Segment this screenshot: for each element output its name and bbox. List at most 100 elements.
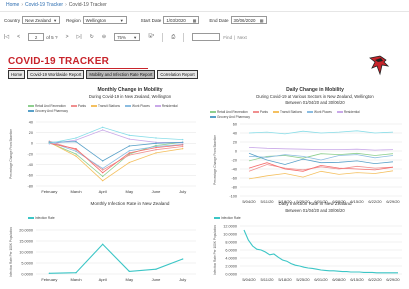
report-filters: Country New Zealand ▼ Region Wellington ▼ … bbox=[0, 14, 409, 26]
legend-item: Infection Rate bbox=[214, 216, 241, 220]
report-tab[interactable]: Covid-19 Worldwide Report bbox=[27, 70, 85, 79]
region-label: Region bbox=[66, 17, 81, 23]
legend-swatch bbox=[91, 105, 97, 107]
y-tick-label: -100 bbox=[229, 194, 237, 198]
x-tick-label: 5/11/20 bbox=[260, 277, 274, 282]
data-point bbox=[155, 146, 157, 149]
breadcrumb-home-link[interactable]: Home bbox=[6, 2, 19, 8]
data-point bbox=[101, 175, 104, 178]
y-tick-label: 0.0000 bbox=[21, 272, 33, 276]
country-label: Country bbox=[4, 17, 21, 23]
breadcrumb-parent-link[interactable]: Covid-19 Tracker bbox=[25, 2, 63, 8]
data-point bbox=[181, 147, 184, 150]
y-tick-label: 0.0000 bbox=[225, 272, 237, 276]
calendar-icon[interactable]: ▦ bbox=[260, 18, 264, 23]
save-icon[interactable]: 🖫▾ bbox=[148, 33, 154, 41]
series-line bbox=[248, 170, 394, 180]
country-value: New Zealand bbox=[25, 17, 51, 23]
x-tick-label: March bbox=[70, 189, 81, 194]
legend-item: Work Places bbox=[307, 110, 332, 114]
chevron-down-icon: ▼ bbox=[53, 17, 58, 23]
legend-label: Transit Stations bbox=[98, 104, 121, 108]
back-icon[interactable]: ⊖ bbox=[102, 34, 106, 40]
y-tick-label: 0 bbox=[31, 142, 33, 146]
chart2-title: Daily Change in Mobility bbox=[286, 87, 344, 93]
y-axis-label: Infection Rate Per 100K Population bbox=[213, 225, 217, 275]
report-tab[interactable]: Home bbox=[8, 70, 26, 79]
legend-label: Infection Rate bbox=[35, 216, 55, 220]
data-point bbox=[128, 138, 131, 140]
next-page-icon[interactable]: > bbox=[66, 34, 69, 40]
find-next-button[interactable]: Next bbox=[237, 35, 246, 40]
calendar-icon[interactable]: ▦ bbox=[193, 18, 197, 23]
country-select[interactable]: New Zealand ▼ bbox=[22, 16, 61, 24]
legend-swatch bbox=[273, 111, 279, 113]
data-point bbox=[128, 145, 131, 147]
x-tick-label: May bbox=[126, 277, 134, 282]
data-point bbox=[101, 169, 104, 171]
legend-swatch bbox=[28, 105, 34, 107]
y-tick-label: 40 bbox=[233, 131, 237, 135]
separator-glyph: | bbox=[234, 34, 236, 40]
y-tick-label: -60 bbox=[28, 174, 34, 178]
first-page-icon[interactable]: |◁ bbox=[4, 34, 9, 40]
data-point bbox=[155, 152, 157, 154]
data-point bbox=[48, 272, 51, 275]
data-point bbox=[101, 126, 104, 129]
chart1-subtitle: During Covid-19 in New Zealand, Wellingt… bbox=[88, 94, 172, 99]
data-point bbox=[101, 160, 104, 162]
find-button[interactable]: Find bbox=[223, 35, 232, 40]
report-tab[interactable]: Mobility and Infection Rate Report bbox=[86, 70, 156, 79]
data-point bbox=[128, 152, 131, 154]
data-point bbox=[101, 179, 104, 182]
x-tick-label: July bbox=[179, 277, 186, 282]
chart2-subtitle: During Covid-19 at Various Sectors in Ne… bbox=[256, 94, 374, 99]
data-point bbox=[75, 137, 77, 139]
start-date-input[interactable]: 1/03/2020 ▦ bbox=[163, 16, 200, 24]
data-point bbox=[101, 171, 104, 174]
data-point bbox=[155, 142, 157, 145]
previous-page-icon[interactable]: < bbox=[17, 34, 20, 40]
legend-label: Transit Stations bbox=[280, 110, 303, 114]
legend-swatch bbox=[28, 217, 34, 219]
page-number-input[interactable]: 2 bbox=[28, 33, 45, 41]
refresh-icon[interactable]: ↻ bbox=[90, 34, 94, 40]
x-tick-label: 5/04/20 bbox=[242, 277, 256, 282]
y-tick-label: 2.0000 bbox=[225, 264, 237, 268]
y-axis-label: Infection Rate Per 100K Population bbox=[9, 227, 13, 277]
chart1-svg: 40 20 0 -20 -40 -60 -80 Percentage Change From … bbox=[9, 120, 196, 194]
x-tick-label: 5/25/20 bbox=[296, 277, 310, 282]
series-line bbox=[243, 229, 398, 274]
zoom-select[interactable]: 75% ▼ bbox=[114, 33, 141, 41]
end-date-input[interactable]: 30/06/2020 ▦ bbox=[230, 16, 267, 24]
y-tick-label: 60 bbox=[233, 122, 237, 126]
toolbar-divider bbox=[162, 32, 164, 42]
last-page-icon[interactable]: ▷| bbox=[77, 34, 82, 40]
chart2-legend: Retail And Recreation Parks Transit Statio… bbox=[210, 110, 390, 120]
x-tick-label: 6/15/20 bbox=[350, 277, 364, 282]
x-tick-label: April bbox=[99, 277, 107, 282]
data-point bbox=[75, 271, 77, 274]
legend-swatch bbox=[70, 105, 77, 107]
toolbar-divider bbox=[183, 32, 185, 42]
chart4-legend: Infection Rate bbox=[214, 216, 314, 221]
data-point bbox=[101, 167, 104, 170]
x-tick-label: 6/08/20 bbox=[332, 277, 346, 282]
data-point bbox=[155, 137, 157, 139]
find-input[interactable] bbox=[192, 33, 221, 41]
chart4-title: Daily Infection Rate in New Zealand bbox=[278, 201, 352, 206]
legend-swatch bbox=[210, 116, 216, 118]
legend-item: Residential bbox=[154, 104, 178, 108]
print-icon[interactable]: ⎙ bbox=[171, 34, 175, 40]
chart3-legend: Infection Rate bbox=[28, 216, 128, 221]
region-select[interactable]: Wellington ▼ bbox=[82, 16, 127, 24]
x-tick-label: February bbox=[41, 277, 57, 282]
data-point bbox=[75, 155, 77, 157]
legend-label: Grocery And Pharmacy bbox=[35, 109, 68, 113]
breadcrumb-separator: › bbox=[21, 2, 24, 8]
series-line bbox=[248, 130, 394, 135]
legend-item: Residential bbox=[336, 110, 360, 114]
chart4-svg: 12.0000 10.0000 8.0000 6.0000 4.0000 2.0000 0.… bbox=[213, 224, 402, 282]
report-tab[interactable]: Correlation Report bbox=[157, 70, 198, 79]
series-line bbox=[49, 141, 183, 182]
